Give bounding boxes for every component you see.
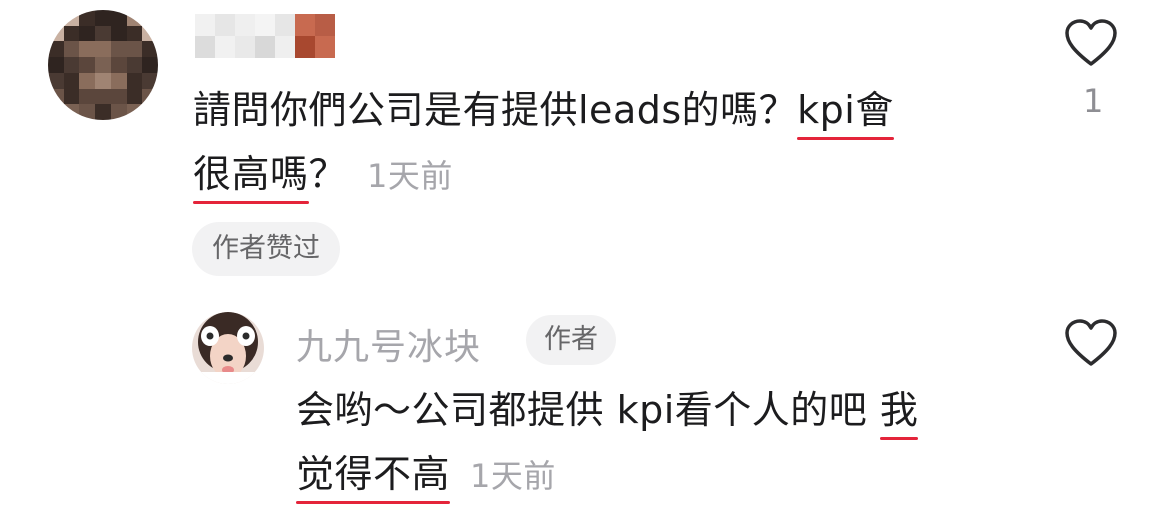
avatar-pixel (126, 57, 143, 73)
reply-text: 会哟～公司都提供 kpi看个人的吧 我 觉得不高 1天前 (296, 378, 996, 508)
avatar-pixel (126, 25, 143, 42)
like-button[interactable] (1064, 18, 1118, 68)
commenter-name-blurred[interactable] (195, 14, 335, 58)
avatar-pixel (142, 88, 158, 105)
name-pixel (255, 36, 275, 58)
author-badge: 作者 (526, 315, 616, 365)
comment-text: 請問你們公司是有提供leads的嗎？kpi會 很高嗎？ 1天前 (193, 78, 993, 208)
avatar-pixel (110, 57, 127, 73)
avatar-pixel (110, 72, 127, 89)
avatar-pixel (63, 88, 80, 105)
avatar-pixel (95, 88, 111, 105)
avatar-pixel (95, 10, 111, 26)
avatar-pixel (142, 57, 158, 73)
avatar-pixel (142, 10, 158, 26)
replier-username[interactable]: 九九号冰块 (296, 318, 481, 370)
avatar-pixel (110, 10, 127, 26)
avatar-pixel (48, 72, 64, 89)
avatar-pixel (48, 41, 64, 58)
avatar-pixel (142, 41, 158, 58)
avatar-pixel (48, 57, 64, 73)
avatar-pixel (63, 25, 80, 42)
avatar-pixel (48, 10, 64, 26)
avatar-pixel (126, 104, 143, 120)
comment-text-part: ？ (308, 152, 348, 196)
avatar-pixel (63, 10, 80, 26)
name-pixel (235, 14, 255, 36)
avatar-pixel (95, 41, 111, 58)
avatar-pixel (142, 104, 158, 120)
avatar-pixel (126, 88, 143, 105)
replier-avatar[interactable] (192, 312, 264, 384)
avatar-pixel (110, 104, 127, 120)
like-count: 1 (1083, 82, 1104, 120)
avatar-pixel (110, 88, 127, 105)
comment-timestamp: 1天前 (367, 157, 453, 195)
avatar-pixel (63, 41, 80, 58)
avatar-pixel (126, 72, 143, 89)
name-pixel (255, 14, 275, 36)
avatar-pixel (79, 41, 96, 58)
reply-text-part: 会哟～公司都提供 kpi看个人的吧 (296, 388, 880, 432)
name-pixel (275, 14, 295, 36)
avatar-pixel (110, 25, 127, 42)
avatar-pixel (95, 104, 111, 120)
avatar-pixel (95, 25, 111, 42)
avatar-pixel (63, 72, 80, 89)
avatar-pixel (126, 10, 143, 26)
avatar-pixel (142, 25, 158, 42)
name-pixel (295, 36, 315, 58)
avatar-pixel (95, 72, 111, 89)
avatar-pixel (95, 57, 111, 73)
commenter-avatar[interactable] (48, 10, 158, 120)
heart-outline-icon (1065, 19, 1117, 66)
avatar-pixel (126, 41, 143, 58)
comment-underlined-text: kpi會 (797, 78, 894, 142)
heart-outline-icon (1065, 319, 1117, 366)
name-pixel (275, 36, 295, 58)
reply-like-button[interactable] (1064, 318, 1118, 368)
reply-underlined-text: 觉得不高 (296, 442, 451, 506)
avatar-pixel (79, 72, 96, 89)
avatar-pixel (79, 57, 96, 73)
name-pixel (315, 14, 335, 36)
avatar-pixel (79, 10, 96, 26)
name-pixel (315, 36, 335, 58)
name-pixel (215, 14, 235, 36)
reply-timestamp: 1天前 (470, 457, 556, 495)
avatar-pixel (110, 41, 127, 58)
author-liked-badge: 作者赞过 (192, 222, 340, 276)
reply-underlined-text: 我 (879, 378, 919, 442)
avatar-pixel (79, 104, 96, 120)
name-pixel (235, 36, 255, 58)
avatar-pixel (79, 25, 96, 42)
name-pixel (195, 14, 215, 36)
avatar-pixel (63, 57, 80, 73)
avatar-pixel (48, 104, 64, 120)
comment-underlined-text: 很高嗎 (193, 142, 309, 206)
name-pixel (215, 36, 235, 58)
avatar-pixel (63, 104, 80, 120)
avatar-pixel (48, 25, 64, 42)
comment-text-part: 請問你們公司是有提供leads的嗎？ (193, 88, 798, 132)
name-pixel (295, 14, 315, 36)
avatar-pixel (142, 72, 158, 89)
avatar-pixel (48, 88, 64, 105)
avatar-pixel (79, 88, 96, 105)
name-pixel (195, 36, 215, 58)
